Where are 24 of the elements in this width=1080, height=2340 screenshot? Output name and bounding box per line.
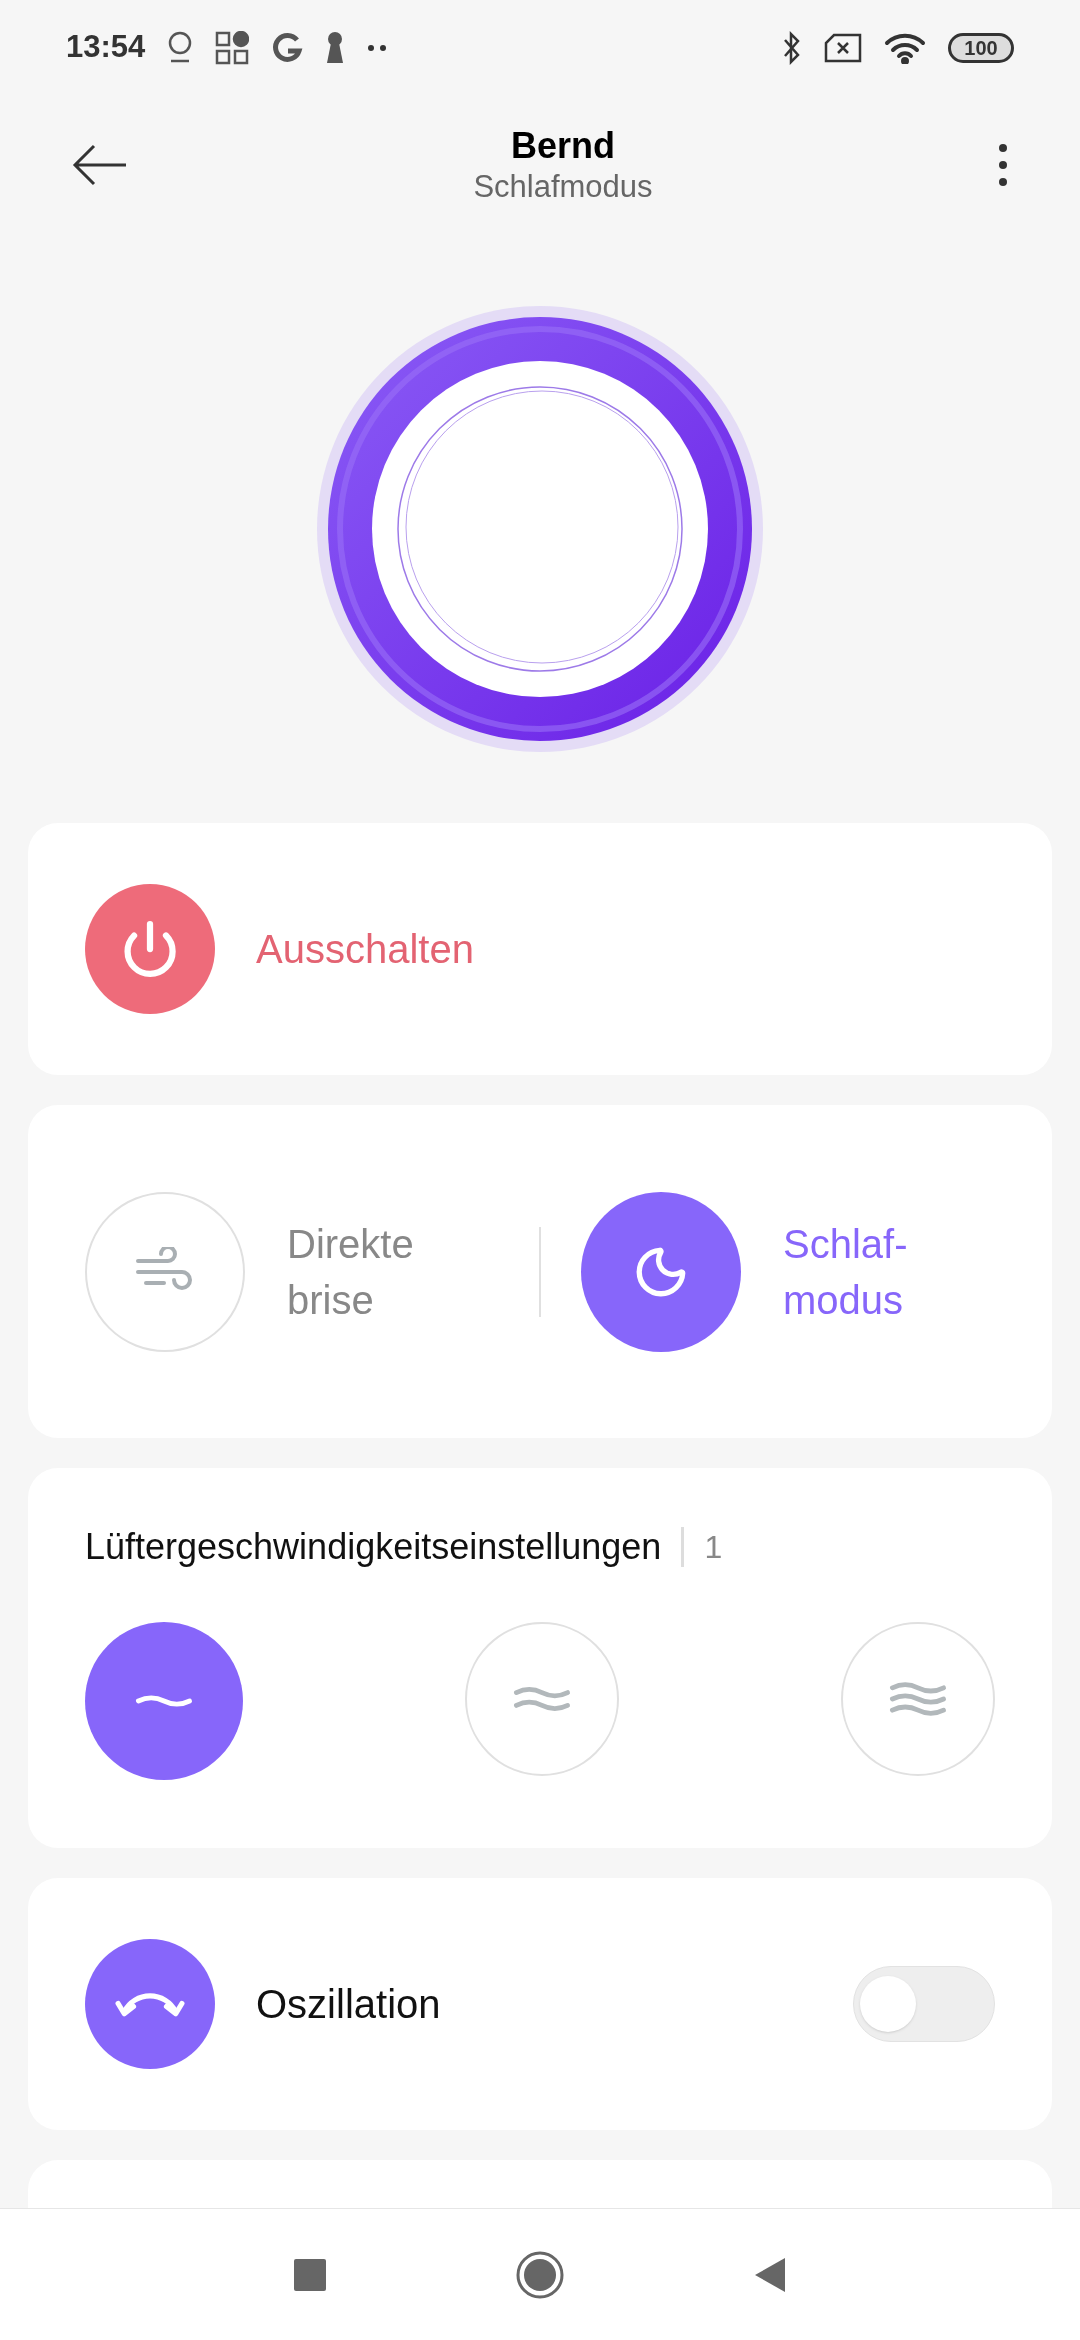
power-label: Ausschalten bbox=[256, 926, 474, 973]
recents-icon[interactable] bbox=[294, 2258, 326, 2291]
more-notifications-icon bbox=[367, 43, 388, 52]
home-icon[interactable] bbox=[516, 2250, 564, 2299]
back-icon[interactable] bbox=[754, 2256, 786, 2293]
fan-speed-title: Lüftergeschwindigkeitseinstellungen bbox=[85, 1525, 662, 1569]
mode-subtitle: Schlafmodus bbox=[473, 168, 653, 207]
keyhole-icon bbox=[325, 30, 346, 65]
mode-label: Schlaf-modus bbox=[783, 1220, 909, 1324]
fan-speed-value: 1 bbox=[704, 1528, 723, 1567]
mode-label: Direkte brise bbox=[287, 1220, 415, 1324]
battery-indicator: 100 bbox=[948, 32, 1014, 63]
bluetooth-icon bbox=[782, 30, 802, 65]
wifi-icon bbox=[884, 31, 926, 64]
oscillation-icon bbox=[115, 1991, 185, 2017]
back-arrow-icon[interactable] bbox=[72, 144, 128, 186]
more-options-icon[interactable] bbox=[998, 143, 1008, 187]
oscillation-label: Oszillation bbox=[256, 1981, 442, 2028]
status-time: 13:54 bbox=[66, 28, 146, 67]
apps-icon bbox=[215, 30, 250, 65]
device-name: Bernd bbox=[511, 124, 615, 169]
g-icon bbox=[271, 30, 304, 65]
location-icon bbox=[167, 30, 194, 65]
no-sim-icon bbox=[824, 32, 862, 63]
